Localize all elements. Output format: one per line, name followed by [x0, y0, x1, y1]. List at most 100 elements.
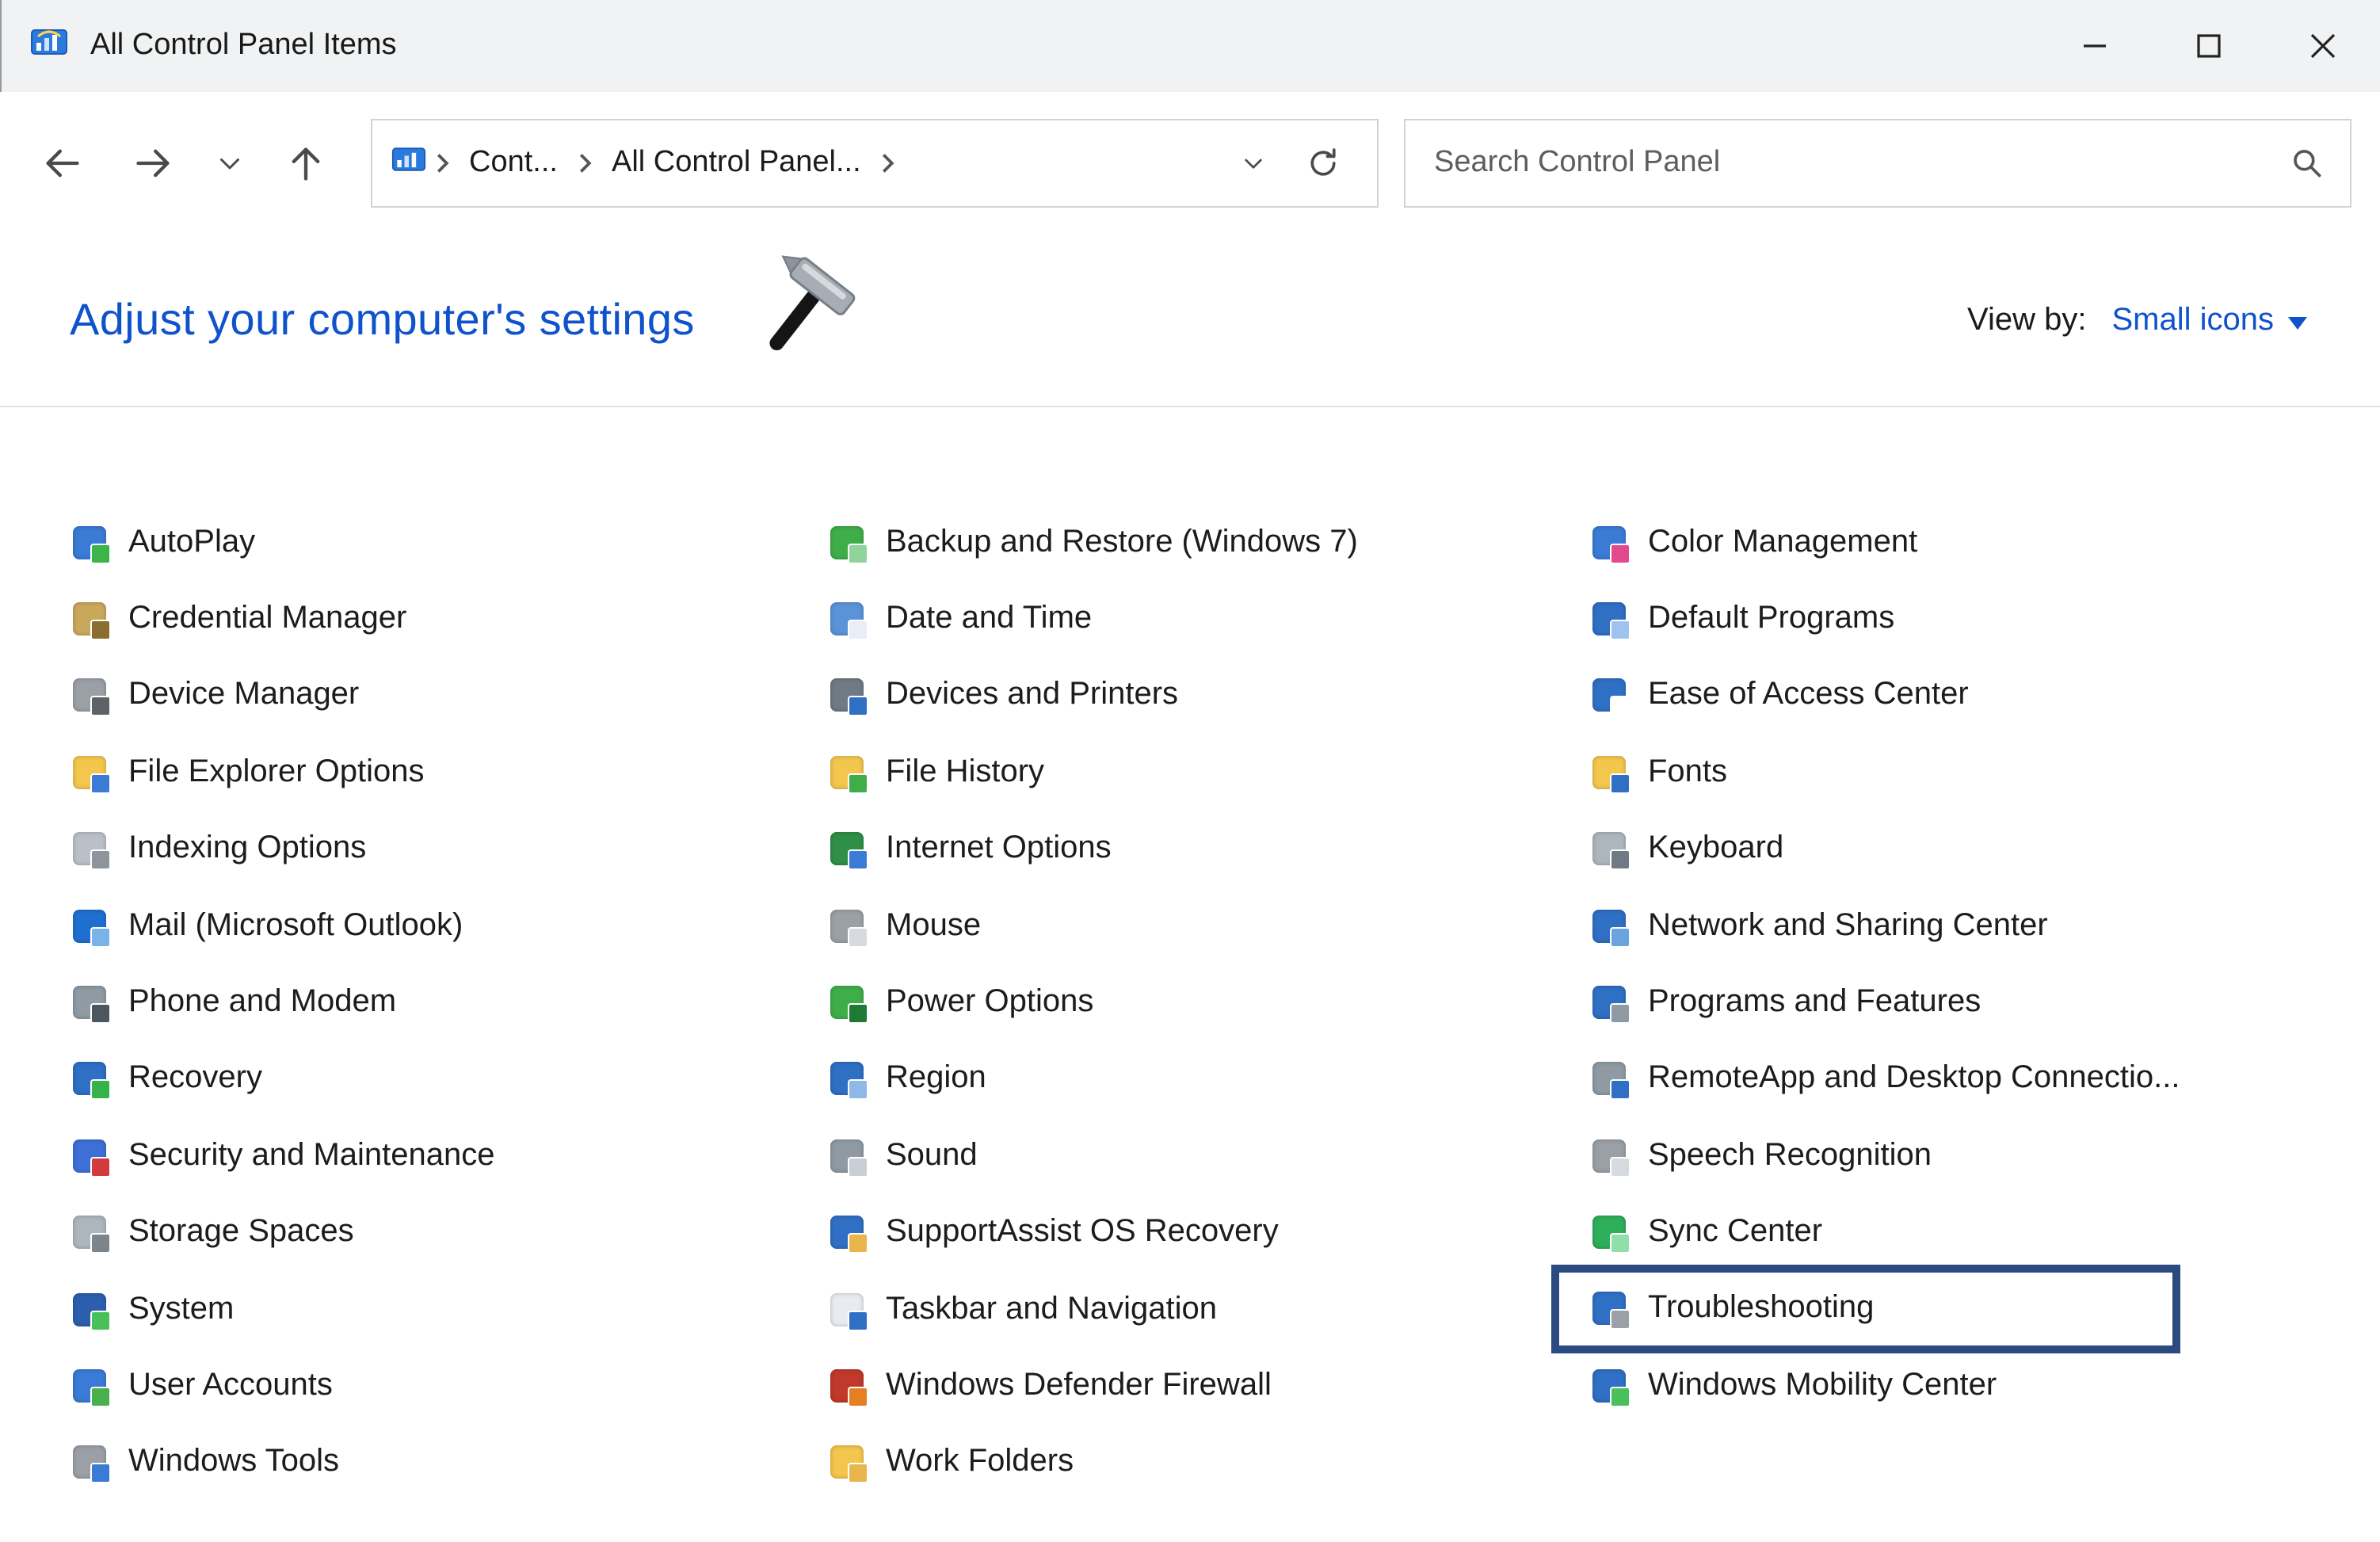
control-panel-item-security-and-maintenance[interactable]: Security and Maintenance	[73, 1117, 495, 1194]
control-panel-item-default-programs[interactable]: Default Programs	[1592, 581, 2180, 658]
up-button[interactable]	[260, 117, 352, 209]
item-label: Device Manager	[128, 677, 359, 714]
control-panel-item-troubleshooting[interactable]: Troubleshooting	[1551, 1265, 2180, 1353]
item-label: Internet Options	[886, 831, 1112, 868]
security-and-maintenance-icon	[73, 1139, 106, 1173]
windows-defender-firewall-icon	[830, 1369, 864, 1403]
items-column-2: Backup and Restore (Windows 7)Date and T…	[830, 504, 1358, 1501]
window-controls	[2038, 0, 2380, 92]
control-panel-item-file-explorer-options[interactable]: File Explorer Options	[73, 734, 495, 811]
control-panel-item-programs-and-features[interactable]: Programs and Features	[1592, 964, 2180, 1041]
control-panel-items-area: AutoPlay Credential Manager Device Manager…	[0, 407, 2380, 1539]
control-panel-item-mail[interactable]: Mail (Microsoft Outlook)	[73, 887, 495, 964]
item-label: Security and Maintenance	[128, 1138, 495, 1174]
item-label: Programs and Features	[1648, 984, 1981, 1021]
control-panel-item-color-management[interactable]: Color Management	[1592, 504, 2180, 581]
speech-recognition-icon	[1592, 1139, 1626, 1173]
keyboard-icon	[1592, 833, 1626, 866]
forward-button[interactable]	[108, 117, 200, 209]
control-panel-item-credential-manager[interactable]: Credential Manager	[73, 581, 495, 658]
address-dropdown-chevron-icon[interactable]	[1219, 124, 1288, 203]
item-label: Recovery	[128, 1061, 262, 1097]
search-box[interactable]	[1404, 119, 2351, 208]
internet-options-icon	[830, 833, 864, 866]
control-panel-item-network-and-sharing-center[interactable]: Network and Sharing Center	[1592, 887, 2180, 964]
control-panel-item-sync-center[interactable]: Sync Center	[1592, 1194, 2180, 1271]
item-label: Region	[886, 1061, 986, 1097]
recovery-icon	[73, 1063, 106, 1096]
item-label: Work Folders	[886, 1445, 1074, 1481]
control-panel-item-windows-defender-firewall[interactable]: Windows Defender Firewall	[830, 1348, 1358, 1425]
control-panel-item-fonts[interactable]: Fonts	[1592, 734, 2180, 811]
item-label: User Accounts	[128, 1368, 333, 1404]
item-label: File Explorer Options	[128, 754, 425, 791]
control-panel-item-power-options[interactable]: Power Options	[830, 964, 1358, 1041]
breadcrumb-separator-icon	[872, 152, 904, 174]
item-label: Default Programs	[1648, 601, 1894, 637]
ease-of-access-center-icon	[1592, 679, 1626, 712]
recent-locations-chevron-icon[interactable]	[200, 117, 260, 209]
view-by-chevron-icon	[2288, 316, 2307, 329]
control-panel-item-region[interactable]: Region	[830, 1040, 1358, 1117]
breadcrumb-separator-icon	[569, 152, 601, 174]
view-by-label: View by:	[1967, 302, 2086, 338]
maximize-button[interactable]	[2152, 0, 2266, 92]
control-panel-item-windows-mobility-center[interactable]: Windows Mobility Center	[1592, 1348, 2180, 1425]
credential-manager-icon	[73, 602, 106, 636]
item-label: Phone and Modem	[128, 984, 396, 1021]
back-button[interactable]	[16, 117, 108, 209]
backup-and-restore-icon	[830, 525, 864, 559]
search-icon[interactable]	[2290, 146, 2325, 181]
control-panel-item-work-folders[interactable]: Work Folders	[830, 1424, 1358, 1501]
breadcrumb-segment-all-items[interactable]: All Control Panel...	[601, 146, 872, 181]
control-panel-item-speech-recognition[interactable]: Speech Recognition	[1592, 1117, 2180, 1194]
control-panel-item-system[interactable]: System	[73, 1271, 495, 1348]
refresh-icon[interactable]	[1288, 124, 1358, 203]
control-panel-item-supportassist-os-recovery[interactable]: SupportAssist OS Recovery	[830, 1194, 1358, 1271]
control-panel-item-autoplay[interactable]: AutoPlay	[73, 504, 495, 581]
close-button[interactable]	[2266, 0, 2380, 92]
control-panel-item-sound[interactable]: Sound	[830, 1117, 1358, 1194]
control-panel-item-file-history[interactable]: File History	[830, 734, 1358, 811]
item-label: AutoPlay	[128, 524, 255, 560]
system-icon	[73, 1292, 106, 1326]
control-panel-item-device-manager[interactable]: Device Manager	[73, 658, 495, 735]
search-input[interactable]	[1431, 144, 2277, 182]
item-label: SupportAssist OS Recovery	[886, 1214, 1279, 1250]
address-bar[interactable]: Cont... All Control Panel...	[371, 119, 1379, 208]
breadcrumb-control-panel-icon	[391, 142, 426, 185]
view-by-dropdown[interactable]: Small icons	[2111, 302, 2307, 338]
item-label: Windows Tools	[128, 1445, 339, 1481]
autoplay-icon	[73, 525, 106, 559]
item-label: Taskbar and Navigation	[886, 1291, 1217, 1327]
control-panel-item-ease-of-access-center[interactable]: Ease of Access Center	[1592, 658, 2180, 735]
item-label: Sound	[886, 1138, 978, 1174]
item-label: Credential Manager	[128, 601, 406, 637]
item-label: Storage Spaces	[128, 1214, 354, 1250]
color-management-icon	[1592, 525, 1626, 559]
item-label: Fonts	[1648, 754, 1727, 791]
minimize-button[interactable]	[2038, 0, 2152, 92]
control-panel-item-keyboard[interactable]: Keyboard	[1592, 811, 2180, 887]
control-panel-item-date-and-time[interactable]: Date and Time	[830, 581, 1358, 658]
breadcrumb-segment-control-panel[interactable]: Cont...	[458, 146, 569, 181]
control-panel-item-remoteapp-and-desktop-connections[interactable]: RemoteApp and Desktop Connectio...	[1592, 1040, 2180, 1117]
control-panel-item-devices-and-printers[interactable]: Devices and Printers	[830, 658, 1358, 735]
control-panel-item-phone-and-modem[interactable]: Phone and Modem	[73, 964, 495, 1041]
control-panel-item-mouse[interactable]: Mouse	[830, 887, 1358, 964]
control-panel-item-taskbar-and-navigation[interactable]: Taskbar and Navigation	[830, 1271, 1358, 1348]
control-panel-item-backup-and-restore[interactable]: Backup and Restore (Windows 7)	[830, 504, 1358, 581]
control-panel-item-indexing-options[interactable]: Indexing Options	[73, 811, 495, 887]
windows-mobility-center-icon	[1592, 1369, 1626, 1403]
fonts-icon	[1592, 756, 1626, 789]
control-panel-item-user-accounts[interactable]: User Accounts	[73, 1348, 495, 1425]
control-panel-item-internet-options[interactable]: Internet Options	[830, 811, 1358, 887]
mouse-icon	[830, 909, 864, 942]
taskbar-and-navigation-icon	[830, 1292, 864, 1326]
work-folders-icon	[830, 1446, 864, 1479]
control-panel-item-windows-tools[interactable]: Windows Tools	[73, 1424, 495, 1501]
item-label: Indexing Options	[128, 831, 366, 868]
device-manager-icon	[73, 679, 106, 712]
control-panel-item-recovery[interactable]: Recovery	[73, 1040, 495, 1117]
control-panel-item-storage-spaces[interactable]: Storage Spaces	[73, 1194, 495, 1271]
